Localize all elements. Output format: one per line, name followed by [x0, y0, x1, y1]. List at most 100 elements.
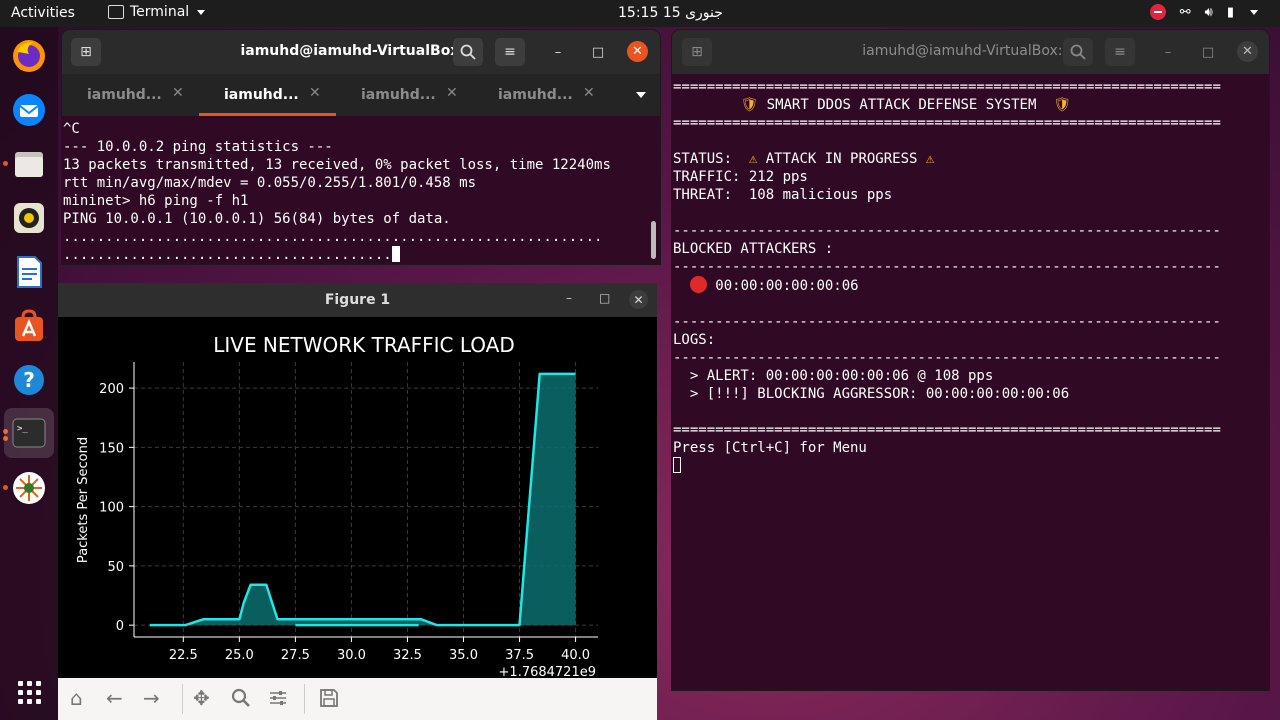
help-icon[interactable]: ?: [9, 360, 49, 400]
tab-label: iamuhd...: [498, 87, 573, 103]
banner-line: 🛡 SMART DDOS ATTACK DEFENSE SYSTEM 🛡: [673, 96, 1221, 114]
configure-icon[interactable]: [268, 688, 288, 711]
blocked-header: BLOCKED ATTACKERS :: [673, 241, 834, 257]
x-tick-label: 40.0: [561, 648, 590, 663]
tab-3[interactable]: iamuhd... ✕: [336, 74, 473, 116]
shield-icon: 🛡: [740, 97, 759, 113]
tab-label: iamuhd...: [224, 87, 299, 103]
terminal-window-left[interactable]: ⊞ iamuhd@iamuhd-VirtualBox: ~ ≡ – □ ✕ ia…: [62, 30, 660, 264]
y-tick-label: 100: [99, 501, 124, 516]
x-tick-label: 35.0: [449, 648, 478, 663]
clock[interactable]: 15:15 15 جنوری: [618, 5, 723, 21]
log-line: > [!!!] BLOCKING AGGRESSOR: 00:00:00:00:…: [673, 386, 1070, 402]
terminal-line: --- 10.0.0.2 ping statistics ---: [63, 139, 333, 155]
figure-header: Figure 1 – □ ✕: [58, 283, 657, 317]
pan-icon[interactable]: ✥: [193, 688, 210, 708]
chevron-down-icon: [197, 9, 206, 15]
chart-title: LIVE NETWORK TRAFFIC LOAD: [213, 333, 515, 357]
close-tab-icon[interactable]: ✕: [446, 85, 458, 101]
close-icon[interactable]: ✕: [629, 290, 648, 309]
tab-label: iamuhd...: [361, 87, 436, 103]
x-tick-label: 22.5: [169, 648, 198, 663]
threat-line: THREAT: 108 malicious pps: [673, 187, 893, 203]
close-tab-icon[interactable]: ✕: [172, 85, 184, 101]
app-menu[interactable]: Terminal: [108, 4, 206, 20]
home-icon[interactable]: ⌂: [70, 688, 83, 708]
y-axis-label: Packets Per Second: [76, 437, 91, 563]
files-icon[interactable]: [9, 144, 49, 184]
separator-line: ========================================…: [673, 115, 1221, 131]
libreoffice-writer-icon[interactable]: [9, 252, 49, 292]
activities-button[interactable]: Activities: [11, 5, 75, 21]
hamburger-menu-icon[interactable]: ≡: [1105, 38, 1135, 66]
x-tick-label: 37.5: [505, 648, 534, 663]
chevron-down-icon[interactable]: [1250, 9, 1258, 15]
tab-label: iamuhd...: [87, 87, 162, 103]
minimize-icon[interactable]: –: [1159, 43, 1177, 61]
tab-2[interactable]: iamuhd... ✕: [199, 74, 336, 116]
terminal-line: rtt min/avg/max/mdev = 0.055/0.255/1.801…: [63, 175, 477, 191]
traffic-chart[interactable]: LIVE NETWORK TRAFFIC LOAD 22.5 25.0 27.5 30…: [58, 317, 657, 678]
system-tray[interactable]: ⚯ 🔊︎ ▮: [1149, 4, 1258, 20]
terminal-line: mininet> h6 ping -f h1: [63, 193, 249, 209]
running-indicator: [3, 161, 8, 166]
dock: ? >_: [0, 27, 58, 720]
forward-icon[interactable]: →: [143, 688, 160, 708]
status-value: ATTACK IN PROGRESS: [757, 151, 926, 167]
terminal-line: ^C: [63, 121, 80, 137]
volume-icon[interactable]: 🔊︎: [1205, 5, 1213, 20]
terminal-window-right[interactable]: ⊞ iamuhd@iamuhd-VirtualBox: ~ ≡ – □ ✕ ==…: [672, 30, 1269, 690]
search-icon[interactable]: [453, 38, 483, 66]
thunderbird-icon[interactable]: [9, 90, 49, 130]
figure-window[interactable]: Figure 1 – □ ✕ LIVE NETWORK TRAFFIC LOAD…: [58, 283, 657, 720]
search-icon[interactable]: [1063, 38, 1093, 66]
terminal-header: ⊞ iamuhd@iamuhd-VirtualBox: ~ ≡ – □ ✕: [62, 30, 660, 74]
tab-4[interactable]: iamuhd... ✕: [473, 74, 610, 116]
maximize-icon[interactable]: □: [599, 291, 610, 305]
blocked-mac: 00:00:00:00:00:06: [715, 278, 859, 294]
separator-line: ----------------------------------------…: [673, 259, 1221, 275]
minimize-icon[interactable]: –: [566, 291, 572, 305]
close-icon[interactable]: ✕: [1237, 41, 1258, 62]
toolbar-divider: [304, 684, 305, 714]
maximize-icon[interactable]: □: [589, 43, 607, 61]
network-icon[interactable]: ⚯: [1180, 5, 1191, 20]
window-title: iamuhd@iamuhd-VirtualBox: ~: [240, 43, 482, 59]
y-tick-label: 200: [99, 382, 124, 397]
rhythmbox-icon[interactable]: [9, 198, 49, 238]
back-icon[interactable]: ←: [106, 688, 123, 708]
terminal-output[interactable]: ^C --- 10.0.0.2 ping statistics --- 13 pac…: [63, 120, 611, 264]
y-tick-label: 50: [107, 560, 124, 575]
terminal-line: .......................................: [63, 247, 392, 263]
banner-text: SMART DDOS ATTACK DEFENSE SYSTEM: [758, 97, 1045, 113]
close-tab-icon[interactable]: ✕: [309, 85, 321, 101]
minimize-icon[interactable]: –: [549, 43, 567, 61]
ubuntu-software-icon[interactable]: [9, 306, 49, 346]
terminal-app-icon: [108, 5, 124, 19]
wireshark-icon[interactable]: [9, 468, 49, 508]
clock-date: 15 جنوری: [662, 5, 723, 21]
save-icon[interactable]: [319, 688, 339, 711]
battery-icon[interactable]: ▮: [1227, 5, 1234, 20]
app-menu-label: Terminal: [130, 4, 190, 20]
maximize-icon[interactable]: □: [1199, 43, 1217, 61]
top-bar: Activities Terminal 15:15 15 جنوری ⚯ 🔊︎ …: [0, 0, 1280, 27]
close-tab-icon[interactable]: ✕: [583, 85, 595, 101]
firefox-icon[interactable]: [9, 36, 49, 76]
zoom-icon[interactable]: [231, 688, 251, 711]
scrollbar[interactable]: [651, 221, 656, 259]
close-icon[interactable]: ✕: [627, 41, 648, 62]
tab-list-chevron-icon[interactable]: [636, 92, 646, 98]
terminal-line: PING 10.0.0.1 (10.0.0.1) 56(84) bytes of…: [63, 211, 451, 227]
running-indicator: [3, 485, 8, 490]
show-apps-icon[interactable]: [9, 672, 49, 712]
terminal-icon[interactable]: >_: [4, 408, 54, 458]
do-not-disturb-icon[interactable]: [1149, 4, 1166, 20]
window-title: iamuhd@iamuhd-VirtualBox: ~: [862, 43, 1079, 59]
hamburger-menu-icon[interactable]: ≡: [495, 38, 525, 66]
tab-1[interactable]: iamuhd... ✕: [62, 74, 199, 116]
warning-icon: ⚠: [925, 151, 935, 167]
blocked-entry: 00:00:00:00:00:06: [673, 276, 1221, 295]
defense-dashboard-output[interactable]: ========================================…: [673, 78, 1221, 475]
x-offset-label: +1.7684721e9: [499, 665, 596, 678]
